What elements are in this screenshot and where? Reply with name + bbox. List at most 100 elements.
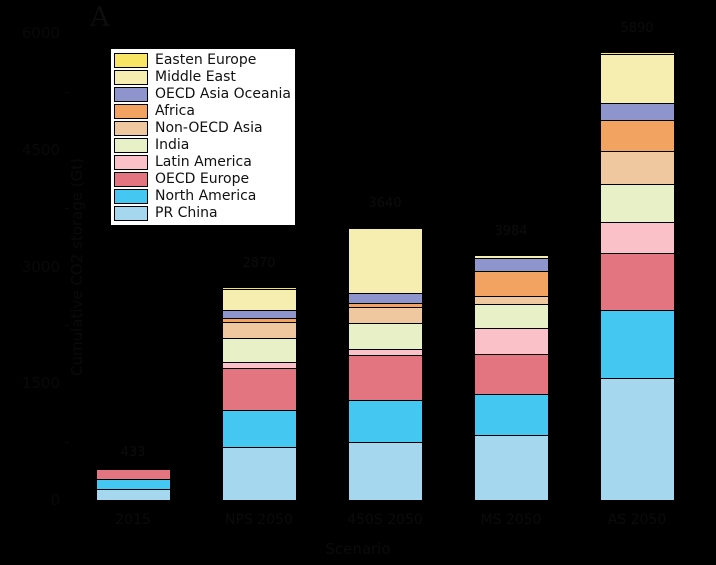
bar-segment[interactable] (599, 221, 675, 255)
legend-item[interactable]: OECD Europe (114, 171, 291, 188)
y-axis-minor-tick-mark (65, 91, 69, 93)
bar-segment[interactable] (347, 400, 423, 443)
x-axis-title: Scenario (325, 540, 391, 558)
bar-total-label: 433 (120, 445, 146, 461)
x-axis-tick-label: AS 2050 (607, 512, 667, 528)
legend-item[interactable]: Non-OECD Asia (114, 120, 291, 137)
legend-item-label: Latin America (155, 154, 252, 170)
legend-swatch-icon (114, 70, 148, 85)
bar-segment[interactable] (221, 337, 297, 364)
bar-segment[interactable] (599, 120, 675, 152)
y-axis-minor-tick-mark (65, 324, 69, 326)
legend-item-label: Easten Europe (155, 52, 257, 68)
y-axis-tick-mark (62, 266, 69, 268)
bar-segment[interactable] (599, 378, 675, 501)
stacked-bar[interactable] (221, 277, 297, 501)
legend-swatch-icon (114, 104, 148, 119)
bar-segment[interactable] (347, 323, 423, 351)
bar-segment[interactable] (599, 102, 675, 122)
legend-swatch-icon (114, 121, 148, 136)
y-axis-tick-label: 0 (50, 491, 60, 509)
legend-swatch-icon (114, 53, 148, 68)
legend-item-label: Non-OECD Asia (155, 120, 263, 136)
x-axis-tick-mark (259, 500, 260, 506)
legend-item[interactable]: Middle East (114, 69, 291, 86)
legend-swatch-icon (114, 206, 148, 221)
legend-item-label: India (155, 137, 190, 153)
y-axis-tick-mark (62, 149, 69, 151)
bar-segment[interactable] (473, 270, 549, 297)
chart-root: A 0 1500 3000 4500 6000 433 2015 2870 NPS 2050 3… (0, 0, 716, 565)
x-axis-tick-label: NPS 2050 (225, 512, 293, 528)
stacked-bar[interactable] (347, 217, 423, 501)
x-axis-tick-mark (385, 500, 386, 506)
legend-item[interactable]: Latin America (114, 154, 291, 171)
bar-segment[interactable] (599, 309, 675, 380)
bar-segment[interactable] (347, 306, 423, 324)
stacked-bar[interactable] (95, 466, 171, 501)
bar-segment[interactable] (473, 328, 549, 355)
legend-swatch-icon (114, 138, 148, 153)
bar-segment[interactable] (221, 446, 297, 501)
legend-item[interactable]: Africa (114, 103, 291, 120)
bar-group[interactable]: 3640 450S 2050 (347, 20, 423, 528)
y-axis-tick-labels: 0 1500 3000 4500 6000 (0, 20, 64, 509)
legend-swatch-icon (114, 172, 148, 187)
stacked-bar[interactable] (599, 42, 675, 501)
x-axis-tick-label: MS 2050 (480, 512, 542, 528)
bar-group[interactable]: 5890 AS 2050 (599, 20, 675, 528)
bar-segment[interactable] (221, 321, 297, 339)
bar-segment[interactable] (473, 434, 549, 501)
bar-total-label: 5890 (620, 20, 654, 36)
y-axis-title: Cumulative CO2 storage (Gt) (68, 158, 86, 376)
legend-swatch-icon (114, 155, 148, 170)
legend-item-label: North America (155, 188, 257, 204)
bar-total-label: 2870 (242, 255, 276, 271)
legend: Easten Europe Middle East OECD Asia Oceani… (110, 48, 296, 226)
bar-segment[interactable] (473, 303, 549, 330)
y-axis-minor-tick-mark (65, 441, 69, 443)
y-axis-tick-label: 6000 (21, 24, 60, 43)
bar-segment[interactable] (347, 228, 423, 294)
bar-group[interactable]: 3984 MS 2050 (473, 20, 549, 528)
legend-item-label: OECD Asia Oceania (155, 86, 291, 102)
legend-item-label: Africa (155, 103, 195, 119)
legend-item[interactable]: India (114, 137, 291, 154)
y-axis-tick-label: 3000 (21, 257, 60, 276)
legend-item-label: PR China (155, 205, 218, 221)
bar-segment[interactable] (221, 288, 297, 311)
bar-segment[interactable] (473, 257, 549, 272)
legend-item[interactable]: OECD Asia Oceania (114, 86, 291, 103)
y-axis-tick-label: 4500 (21, 140, 60, 159)
legend-item[interactable]: Easten Europe (114, 52, 291, 69)
bar-segment[interactable] (347, 355, 423, 402)
bar-segment[interactable] (221, 410, 297, 448)
bar-segment[interactable] (473, 393, 549, 436)
bar-total-label: 3640 (368, 195, 402, 211)
x-axis-tick-mark (637, 500, 638, 506)
legend-item[interactable]: PR China (114, 205, 291, 222)
bar-segment[interactable] (599, 150, 675, 185)
y-axis-tick-label: 1500 (21, 374, 60, 393)
x-axis-tick-mark (133, 500, 134, 506)
y-axis-minor-tick-mark (65, 208, 69, 210)
y-axis-tick-mark (62, 33, 69, 35)
legend-swatch-icon (114, 87, 148, 102)
bar-segment[interactable] (347, 441, 423, 501)
legend-item-label: OECD Europe (155, 171, 250, 187)
x-axis-tick-mark (511, 500, 512, 506)
bar-segment[interactable] (599, 253, 675, 311)
x-axis-tick-label: 2015 (115, 512, 151, 528)
bar-segment[interactable] (473, 353, 549, 395)
legend-item-label: Middle East (155, 69, 236, 85)
bar-segment[interactable] (221, 368, 297, 412)
y-axis-tick-mark (62, 500, 69, 501)
legend-item[interactable]: North America (114, 188, 291, 205)
bar-total-label: 3984 (494, 223, 528, 239)
x-axis-tick-label: 450S 2050 (347, 512, 423, 528)
bar-segment[interactable] (599, 53, 675, 104)
stacked-bar[interactable] (473, 245, 549, 501)
legend-swatch-icon (114, 189, 148, 204)
bar-segment[interactable] (599, 183, 675, 223)
y-axis-tick-mark (62, 383, 69, 385)
